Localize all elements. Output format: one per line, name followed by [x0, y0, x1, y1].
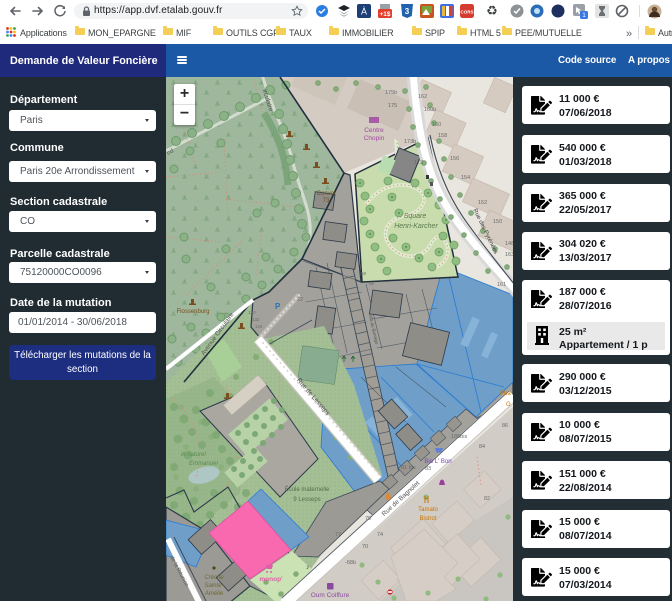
svg-text:Tamato: Tamato [418, 507, 438, 513]
svg-text:Flossenburg: Flossenburg [176, 309, 209, 315]
svg-text:152: 152 [478, 200, 487, 206]
svg-text:Oum Coiffure: Oum Coiffure [311, 592, 350, 599]
svg-text:in naturel: in naturel [181, 452, 206, 458]
svg-text:81 bis: 81 bis [401, 465, 416, 471]
svg-text:134: 134 [255, 324, 263, 329]
svg-text:monop': monop' [259, 576, 283, 583]
svg-text:Sainte-: Sainte- [204, 583, 223, 589]
svg-text:156: 156 [450, 156, 459, 162]
svg-text:3: 3 [405, 7, 410, 16]
svg-text:-68b: -68b [345, 560, 356, 566]
svg-text:Convoi: Convoi [317, 191, 336, 197]
svg-text:163: 163 [505, 252, 513, 258]
svg-text:132: 132 [252, 317, 260, 322]
svg-text:162: 162 [418, 94, 427, 100]
svg-text:161: 161 [497, 282, 506, 288]
svg-text:Bio L' Bon: Bio L' Bon [424, 459, 451, 465]
svg-text:82: 82 [484, 496, 490, 502]
svg-text:À: À [361, 7, 367, 17]
svg-text:84: 84 [479, 444, 485, 450]
svg-text:86: 86 [502, 423, 508, 429]
svg-text:56: 56 [369, 281, 375, 286]
svg-text:♪: ♪ [306, 564, 310, 571]
svg-text:130: 130 [248, 310, 256, 315]
svg-text:+1$: +1$ [379, 11, 390, 18]
svg-text:83: 83 [425, 466, 431, 472]
svg-text:154: 154 [461, 175, 470, 181]
svg-text:73: 73 [323, 198, 330, 204]
svg-text:173b: 173b [404, 139, 416, 145]
svg-text:École maternelle: École maternelle [285, 486, 330, 493]
svg-text:160: 160 [432, 122, 441, 128]
svg-text:Chopin: Chopin [364, 135, 385, 142]
svg-text:74: 74 [377, 532, 383, 538]
svg-text:Crèche: Crèche [204, 575, 224, 581]
svg-text:70: 70 [362, 544, 368, 550]
svg-text:Emmanuel: Emmanuel [189, 461, 218, 467]
svg-text:160b: 160b [424, 107, 436, 113]
svg-text:Bistrot: Bistrot [419, 516, 436, 522]
svg-text:185bis: 185bis [451, 434, 467, 440]
svg-text:150: 150 [493, 219, 502, 225]
svg-text:Amélie: Amélie [204, 591, 224, 597]
svg-text:CORS: CORS [460, 10, 473, 15]
svg-text:Henri-Karcher: Henri-Karcher [394, 223, 438, 230]
svg-text:22: 22 [297, 297, 303, 303]
svg-text:9 Lesseps: 9 Lesseps [293, 497, 320, 503]
svg-text:175: 175 [388, 103, 397, 109]
svg-text:158: 158 [438, 133, 447, 139]
svg-text:58: 58 [361, 271, 367, 276]
svg-text:P: P [275, 302, 281, 311]
svg-text:Pha: Pha [500, 391, 511, 397]
svg-text:175b: 175b [385, 90, 397, 96]
svg-text:77: 77 [335, 532, 341, 538]
svg-text:G: G [506, 402, 511, 408]
svg-text:173: 173 [414, 160, 423, 166]
svg-text:Centre: Centre [364, 127, 384, 134]
svg-text:Square: Square [404, 213, 427, 220]
svg-text:79: 79 [365, 516, 371, 522]
svg-text:148: 148 [505, 241, 513, 247]
